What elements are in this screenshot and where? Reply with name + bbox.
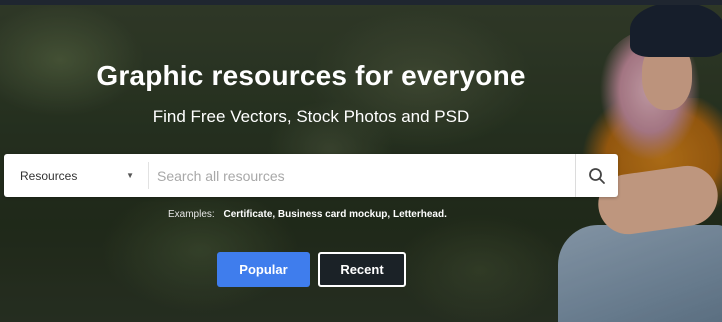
search-icon xyxy=(589,167,605,184)
search-examples: Examples: Certificate, Business card moc… xyxy=(168,209,447,220)
examples-label: Examples: xyxy=(168,209,215,220)
search-bar: Resources ▼ xyxy=(4,154,618,197)
caret-down-icon: ▼ xyxy=(126,171,134,180)
hero-title: Graphic resources for everyone xyxy=(96,60,526,91)
search-button[interactable] xyxy=(575,154,618,197)
recent-button[interactable]: Recent xyxy=(318,252,406,287)
top-bar xyxy=(0,0,722,5)
search-input[interactable] xyxy=(149,154,575,197)
resources-dropdown[interactable]: Resources ▼ xyxy=(4,154,148,197)
hero-subtitle: Find Free Vectors, Stock Photos and PSD xyxy=(152,107,470,126)
resources-dropdown-label: Resources xyxy=(20,168,78,183)
examples-list[interactable]: Certificate, Business card mockup, Lette… xyxy=(223,209,446,220)
popular-button[interactable]: Popular xyxy=(217,252,310,287)
